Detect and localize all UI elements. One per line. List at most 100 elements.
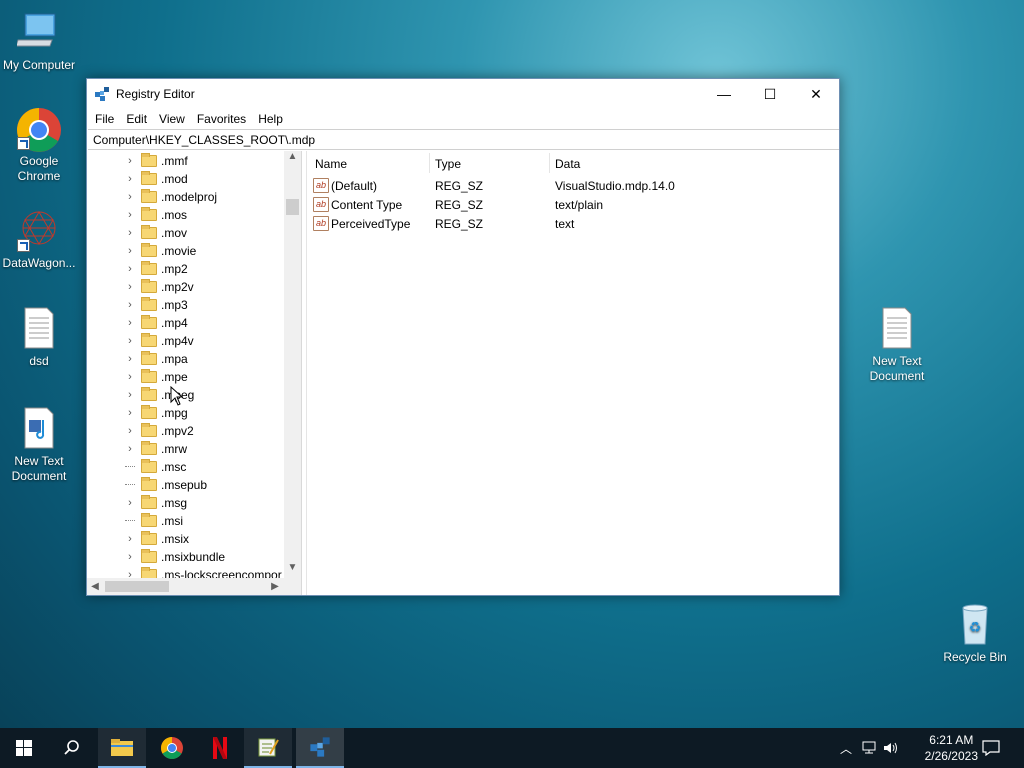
chevron-right-icon[interactable]: › [125,443,135,455]
tree-key-item[interactable]: › .mpg [87,404,188,422]
menu-favorites[interactable]: Favorites [191,112,252,126]
scroll-up-arrow-icon[interactable]: ▲ [284,151,301,167]
key-tree-pane[interactable]: › .mmf › .mod › .modelproj › .mos › .mov › .movie ›.… [87,151,302,595]
tree-key-label: .msixbundle [161,550,226,564]
folder-icon [141,513,157,527]
tree-key-item[interactable]: › .msixbundle [87,548,225,566]
value-row[interactable]: ab Content Type REG_SZ text/plain [307,195,839,214]
tree-key-item[interactable]: › .modelproj [87,188,217,206]
tree-key-item[interactable]: › .mmf [87,152,188,170]
chevron-right-icon[interactable]: › [125,281,135,293]
chevron-right-icon[interactable]: › [125,407,135,419]
chevron-right-icon[interactable]: › [125,263,135,275]
taskbar-netflix[interactable] [196,728,244,768]
tree-key-item[interactable]: › .msg [87,494,187,512]
desktop-icon-datawagon[interactable]: DataWagon... [1,208,77,271]
tree-key-item[interactable]: › .mpa [87,350,188,368]
column-header-name[interactable]: Name [315,157,347,171]
svg-text:♻: ♻ [969,620,982,636]
chevron-right-icon[interactable]: › [125,299,135,311]
shortcut-arrow-icon [17,137,30,150]
menu-file[interactable]: File [89,112,120,126]
value-row[interactable]: ab PerceivedType REG_SZ text [307,214,839,233]
chevron-right-icon[interactable]: › [125,497,135,509]
title-bar[interactable]: Registry Editor — ☐ ✕ [87,79,839,109]
tree-key-item[interactable]: › .mp2 [87,260,188,278]
address-bar[interactable]: Computer\HKEY_CLASSES_ROOT\.mdp [88,129,839,150]
tree-key-item[interactable]: › .mpe [87,368,188,386]
minimize-button[interactable]: — [701,79,747,109]
chevron-right-icon[interactable]: › [125,245,135,257]
taskbar-registry-editor[interactable] [296,728,344,768]
chevron-right-icon[interactable]: › [125,353,135,365]
desktop-icon-my-computer[interactable]: My Computer [1,10,77,73]
tree-key-label: .msc [161,460,187,474]
volume-icon[interactable] [882,741,900,755]
registry-editor-window[interactable]: Registry Editor — ☐ ✕ File Edit View Fav… [86,78,840,596]
tree-key-item[interactable]: › .mpv2 [87,422,194,440]
chevron-right-icon[interactable]: › [125,389,135,401]
chevron-right-icon[interactable]: › [125,155,135,167]
chevron-right-icon[interactable]: › [125,173,135,185]
folder-icon [141,315,157,329]
chevron-right-icon[interactable]: › [125,317,135,329]
netflix-icon [213,737,227,759]
tree-key-item[interactable]: › .mrw [87,440,187,458]
registry-editor-icon [310,737,330,757]
values-list-pane[interactable]: Name Type Data ab (Default) REG_SZ VisualSt… [306,151,839,595]
tree-key-label: .mos [161,208,188,222]
tree-key-item[interactable]: › .movie [87,242,196,260]
network-icon[interactable] [860,741,878,755]
chevron-right-icon[interactable]: › [125,227,135,239]
desktop-icon-google-chrome[interactable]: Google Chrome [1,106,77,184]
scroll-right-arrow-icon[interactable]: ▶ [267,578,283,595]
column-header-type[interactable]: Type [435,157,461,171]
notifications-button[interactable] [968,728,1014,768]
tree-key-item[interactable]: .msc [87,458,186,476]
tree-horizontal-scrollbar[interactable]: ◀ ▶ [87,578,301,595]
scroll-thumb[interactable] [286,199,299,215]
tree-key-item[interactable]: › .mp2v [87,278,194,296]
chevron-right-icon[interactable]: › [125,371,135,383]
menu-view[interactable]: View [153,112,191,126]
close-button[interactable]: ✕ [793,79,839,109]
desktop-icon-new-text-document-media[interactable]: New Text Document [1,406,77,484]
scroll-down-arrow-icon[interactable]: ▼ [284,562,301,578]
tree-key-item[interactable]: › .mod [87,170,188,188]
tree-key-item[interactable]: › .mp4v [87,332,194,350]
tree-key-label: .modelproj [161,190,218,204]
tree-key-item[interactable]: › .mp4 [87,314,188,332]
search-button[interactable] [48,728,96,768]
chevron-right-icon[interactable]: › [125,533,135,545]
desktop-icon-recycle-bin[interactable]: ♻ Recycle Bin [937,602,1013,665]
tree-key-item[interactable]: › .mov [87,224,187,242]
tree-key-item[interactable]: › .mp3 [87,296,188,314]
value-row[interactable]: ab (Default) REG_SZ VisualStudio.mdp.14.0 [307,176,839,195]
maximize-button[interactable]: ☐ [747,79,793,109]
chevron-right-icon[interactable]: › [125,551,135,563]
taskbar-file-explorer[interactable] [98,728,146,768]
tree-key-item[interactable]: › .mos [87,206,187,224]
tree-key-item[interactable]: .msepub [87,476,207,494]
scroll-left-arrow-icon[interactable]: ◀ [87,578,103,595]
tree-key-item[interactable]: › .msix [87,530,189,548]
chevron-right-icon[interactable]: › [125,335,135,347]
menu-help[interactable]: Help [252,112,289,126]
chevron-up-icon[interactable]: ︿ [838,740,854,757]
menu-edit[interactable]: Edit [120,112,153,126]
tree-connector [125,466,135,468]
desktop-icon-dsd[interactable]: dsd [1,306,77,369]
chevron-right-icon[interactable]: › [125,209,135,221]
taskbar-chrome[interactable] [148,728,196,768]
column-header-data[interactable]: Data [555,157,580,171]
tree-key-item[interactable]: .msi [87,512,183,530]
chevron-right-icon[interactable]: › [125,425,135,437]
start-button[interactable] [0,728,48,768]
desktop-icon-new-text-document[interactable]: New Text Document [859,306,935,384]
scroll-thumb[interactable] [105,581,169,592]
taskbar-notepad-app[interactable] [244,728,292,768]
chevron-right-icon[interactable]: › [125,191,135,203]
folder-icon [141,441,157,455]
tree-key-label: .mpg [161,406,188,420]
tree-vertical-scrollbar[interactable]: ▲ ▼ [284,151,301,578]
